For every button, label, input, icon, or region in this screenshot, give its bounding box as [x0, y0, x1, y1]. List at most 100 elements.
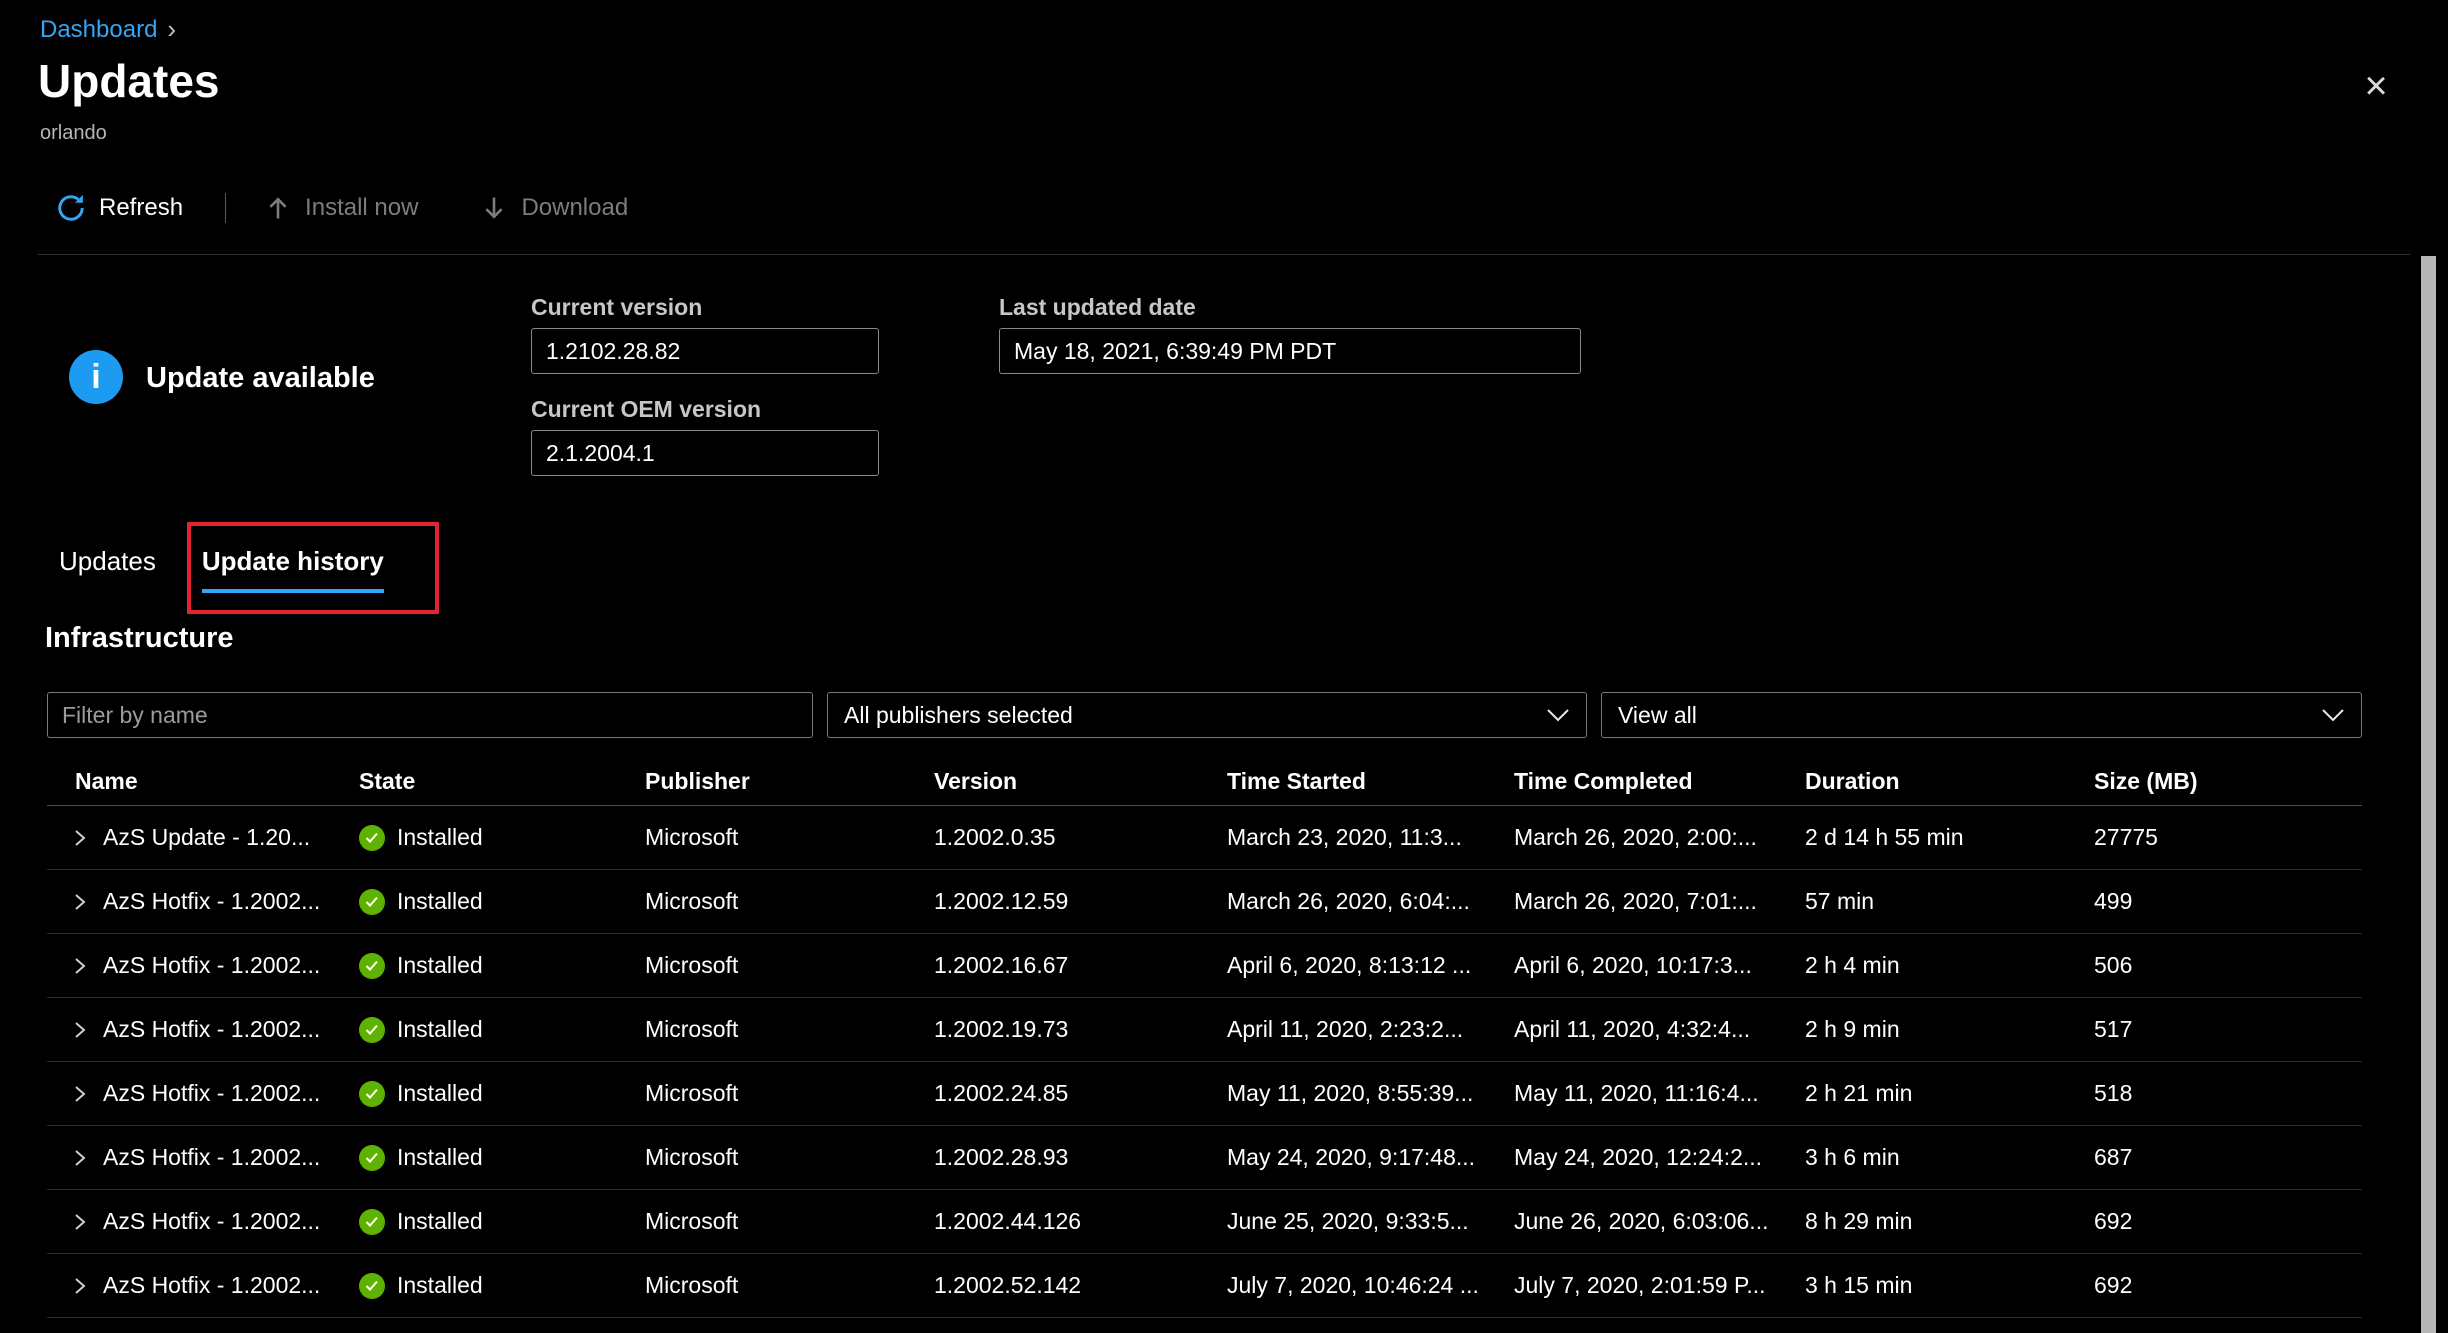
time-completed-cell: May 11, 2020, 11:16:4... [1514, 1080, 1805, 1107]
version-cell: 1.2002.16.67 [934, 952, 1227, 979]
time-started-cell: March 26, 2020, 6:04:... [1227, 888, 1514, 915]
publisher-cell: Microsoft [645, 1208, 934, 1235]
time-completed-cell: April 11, 2020, 4:32:4... [1514, 1016, 1805, 1043]
breadcrumb-chevron-icon: › [167, 14, 176, 45]
expand-chevron-icon[interactable] [73, 892, 87, 912]
tab-updates[interactable]: Updates [59, 546, 156, 589]
expand-chevron-icon[interactable] [73, 1212, 87, 1232]
installed-check-icon [359, 1273, 385, 1299]
refresh-icon [56, 193, 86, 223]
installed-check-icon [359, 825, 385, 851]
table-row[interactable]: AzS Hotfix - 1.2002... Installed Microso… [47, 934, 2362, 998]
size-cell: 692 [2094, 1208, 2362, 1235]
column-header: Version [934, 768, 1227, 795]
time-completed-cell: March 26, 2020, 2:00:... [1514, 824, 1805, 851]
table-row[interactable]: AzS Update - 1.20... Installed Microsoft… [47, 806, 2362, 870]
size-cell: 506 [2094, 952, 2362, 979]
size-cell: 27775 [2094, 824, 2362, 851]
state-label: Installed [397, 1016, 483, 1043]
installed-check-icon [359, 1145, 385, 1171]
duration-cell: 8 h 29 min [1805, 1208, 2094, 1235]
install-now-button[interactable]: Install now [264, 194, 418, 222]
column-header: Duration [1805, 768, 2094, 795]
duration-cell: 3 h 15 min [1805, 1272, 2094, 1299]
time-completed-cell: June 26, 2020, 6:03:06... [1514, 1208, 1805, 1235]
installed-check-icon [359, 889, 385, 915]
publisher-cell: Microsoft [645, 952, 934, 979]
time-started-cell: April 6, 2020, 8:13:12 ... [1227, 952, 1514, 979]
upload-arrow-icon [264, 194, 292, 222]
update-name: AzS Hotfix - 1.2002... [103, 1016, 320, 1043]
download-arrow-icon [480, 194, 508, 222]
size-cell: 687 [2094, 1144, 2362, 1171]
update-name: AzS Hotfix - 1.2002... [103, 1208, 320, 1235]
publishers-dropdown-value: All publishers selected [844, 702, 1073, 729]
expand-chevron-icon[interactable] [73, 828, 87, 848]
publisher-cell: Microsoft [645, 824, 934, 851]
expand-chevron-icon[interactable] [73, 1148, 87, 1168]
view-dropdown[interactable]: View all [1601, 692, 2362, 738]
expand-chevron-icon[interactable] [73, 1020, 87, 1040]
view-dropdown-value: View all [1618, 702, 1697, 729]
size-cell: 692 [2094, 1272, 2362, 1299]
time-completed-cell: July 7, 2020, 2:01:59 P... [1514, 1272, 1805, 1299]
info-icon: i [69, 350, 123, 404]
download-label: Download [521, 194, 628, 222]
toolbar: Refresh Install now Download [40, 182, 628, 234]
time-started-cell: July 7, 2020, 10:46:24 ... [1227, 1272, 1514, 1299]
state-label: Installed [397, 1144, 483, 1171]
update-name: AzS Hotfix - 1.2002... [103, 888, 320, 915]
download-button[interactable]: Download [480, 194, 628, 222]
time-completed-cell: May 24, 2020, 12:24:2... [1514, 1144, 1805, 1171]
update-name: AzS Update - 1.20... [103, 824, 310, 851]
chevron-down-icon [2321, 708, 2345, 722]
publishers-dropdown[interactable]: All publishers selected [827, 692, 1587, 738]
state-label: Installed [397, 952, 483, 979]
duration-cell: 57 min [1805, 888, 2094, 915]
close-button[interactable]: × [2352, 62, 2400, 110]
publisher-cell: Microsoft [645, 1144, 934, 1171]
current-version-input[interactable] [531, 328, 879, 374]
page-subtitle: orlando [40, 122, 107, 145]
duration-cell: 2 h 9 min [1805, 1016, 2094, 1043]
time-started-cell: April 11, 2020, 2:23:2... [1227, 1016, 1514, 1043]
installed-check-icon [359, 1017, 385, 1043]
column-header: Size (MB) [2094, 768, 2362, 795]
expand-chevron-icon[interactable] [73, 1276, 87, 1296]
state-label: Installed [397, 824, 483, 851]
tab-update-history[interactable]: Update history [202, 546, 384, 593]
installed-check-icon [359, 953, 385, 979]
table-row[interactable]: AzS Hotfix - 1.2002... Installed Microso… [47, 1254, 2362, 1318]
breadcrumb: Dashboard › [40, 14, 176, 45]
expand-chevron-icon[interactable] [73, 1084, 87, 1104]
table-row[interactable]: AzS Hotfix - 1.2002... Installed Microso… [47, 1126, 2362, 1190]
update-name: AzS Hotfix - 1.2002... [103, 1144, 320, 1171]
table-row[interactable]: AzS Hotfix - 1.2002... Installed Microso… [47, 1190, 2362, 1254]
table-row[interactable]: AzS Hotfix - 1.2002... Installed Microso… [47, 870, 2362, 934]
table-header: NameStatePublisherVersionTime StartedTim… [47, 758, 2362, 806]
size-cell: 499 [2094, 888, 2362, 915]
table-row[interactable]: AzS Hotfix - 1.2002... Installed Microso… [47, 1062, 2362, 1126]
name-filter-input[interactable] [47, 692, 813, 738]
update-name: AzS Hotfix - 1.2002... [103, 1272, 320, 1299]
version-cell: 1.2002.24.85 [934, 1080, 1227, 1107]
current-version-label: Current version [531, 294, 702, 321]
toolbar-separator [225, 193, 226, 223]
expand-chevron-icon[interactable] [73, 956, 87, 976]
state-label: Installed [397, 1272, 483, 1299]
update-name: AzS Hotfix - 1.2002... [103, 952, 320, 979]
oem-version-input[interactable] [531, 430, 879, 476]
vertical-scrollbar-thumb[interactable] [2421, 256, 2436, 1333]
update-available-label: Update available [146, 362, 375, 395]
table-row[interactable]: AzS Hotfix - 1.2002... Installed Microso… [47, 998, 2362, 1062]
tab-bar: Updates Update history [59, 546, 384, 593]
breadcrumb-dashboard-link[interactable]: Dashboard [40, 16, 157, 44]
publisher-cell: Microsoft [645, 1080, 934, 1107]
version-cell: 1.2002.12.59 [934, 888, 1227, 915]
publisher-cell: Microsoft [645, 1272, 934, 1299]
refresh-button[interactable]: Refresh [56, 193, 183, 223]
publisher-cell: Microsoft [645, 888, 934, 915]
install-now-label: Install now [305, 194, 418, 222]
last-updated-input[interactable] [999, 328, 1581, 374]
duration-cell: 2 d 14 h 55 min [1805, 824, 2094, 851]
